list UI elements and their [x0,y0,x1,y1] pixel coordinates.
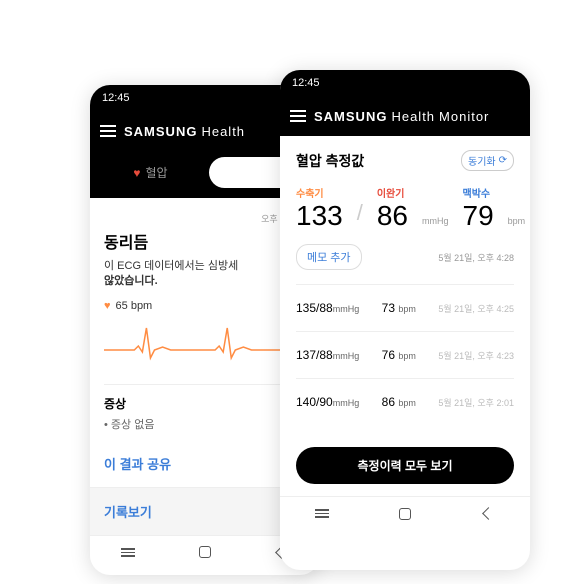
history-list: 135/88mmHg 73 bpm 5월 21일, 오후 4:25 137/88… [296,284,514,425]
history-item[interactable]: 135/88mmHg 73 bpm 5월 21일, 오후 4:25 [296,284,514,331]
nav-home-icon[interactable] [197,544,213,560]
android-navbar [280,496,530,530]
diastolic-value: 86 [377,202,408,230]
diastolic-label: 이완기 [377,185,408,200]
card-title: 동리듬 [104,229,306,253]
bp-unit: mmHg [422,216,449,226]
status-icons [512,77,518,89]
nav-recent-icon[interactable] [314,506,330,522]
systolic-label: 수축기 [296,185,343,200]
menu-icon[interactable] [290,110,306,122]
nav-back-icon[interactable] [480,506,496,522]
heart-icon: ♥ [104,300,111,312]
content-header: 혈압 측정값 동기화 ⟳ [296,150,514,171]
appbar: SAMSUNG Health Monitor [280,96,530,136]
app-title-light: Health [391,109,435,124]
systolic-value: 133 [296,202,343,230]
history-item[interactable]: 137/88mmHg 76 bpm 5월 21일, 오후 4:23 [296,331,514,378]
history-item[interactable]: 140/90mmHg 86 bpm 5월 21일, 오후 2:01 [296,378,514,425]
nav-home-icon[interactable] [397,506,413,522]
card-timestamp: 오후 7:27에 [104,212,306,225]
history-time: 5월 21일, 오후 2:01 [438,396,514,409]
tab-bp[interactable]: ♥ 혈압 [100,157,201,188]
history-bp: 135/88mmHg [296,301,359,315]
pulse-col: 맥박수 79 [463,185,494,230]
history-time: 5월 21일, 오후 4:23 [438,349,514,362]
memo-row: 메모 추가 5월 21일, 오후 4:28 [296,244,514,270]
tab-bp-label: 혈압 [146,164,168,181]
memo-timestamp: 5월 21일, 오후 4:28 [438,251,514,264]
sync-button[interactable]: 동기화 ⟳ [461,150,514,171]
menu-icon[interactable] [100,125,116,137]
bp-content: 혈압 측정값 동기화 ⟳ 수축기 133 / 이완기 86 mmHg 맥박수 7… [280,136,530,439]
history-bp: 140/90mmHg [296,395,359,409]
phone-right-bp: 12:45 SAMSUNG Health Monitor 혈압 측정값 동기화 … [280,70,530,570]
ecg-chart [104,320,306,370]
app-title: SAMSUNG Health Monitor [314,109,489,124]
card-description: 이 ECG 데이터에서는 심방세 않았습니다. [104,259,306,290]
heart-icon: ♥ [133,166,140,180]
section-title: 혈압 측정값 [296,151,364,171]
app-title: SAMSUNG Health [124,124,245,139]
status-time: 12:45 [292,77,320,89]
symptoms-value: • 증상 없음 [104,416,306,432]
diastolic-col: 이완기 86 [377,185,408,230]
pulse-value: 79 [463,202,494,230]
app-title-monitor: Monitor [439,109,489,124]
symptoms-label: 증상 [104,395,306,412]
sync-label: 동기화 [468,153,496,168]
main-reading: 수축기 133 / 이완기 86 mmHg 맥박수 79 bpm [296,185,514,230]
sync-icon: ⟳ [499,155,507,166]
statusbar: 12:45 [280,70,530,96]
pulse-unit: bpm [508,216,526,226]
systolic-col: 수축기 133 [296,185,343,230]
history-pulse: 73 bpm [382,301,416,315]
app-title-light: Health [201,124,245,139]
bpm-row: ♥ 65 bpm [104,300,306,312]
symptoms-section: 증상 • 증상 없음 [104,384,306,432]
app-title-bold: SAMSUNG [124,124,197,139]
view-all-history-button[interactable]: 측정이력 모두 보기 [296,447,514,484]
history-bp: 137/88mmHg [296,348,359,362]
pulse-label: 맥박수 [463,185,494,200]
history-pulse: 76 bpm [382,348,416,362]
bpm-value: 65 bpm [116,300,153,312]
add-memo-button[interactable]: 메모 추가 [296,244,362,270]
status-time: 12:45 [102,92,130,104]
reading-separator: / [357,200,363,226]
nav-recent-icon[interactable] [120,544,136,560]
app-title-bold: SAMSUNG [314,109,387,124]
history-time: 5월 21일, 오후 4:25 [438,302,514,315]
history-pulse: 86 bpm [382,395,416,409]
